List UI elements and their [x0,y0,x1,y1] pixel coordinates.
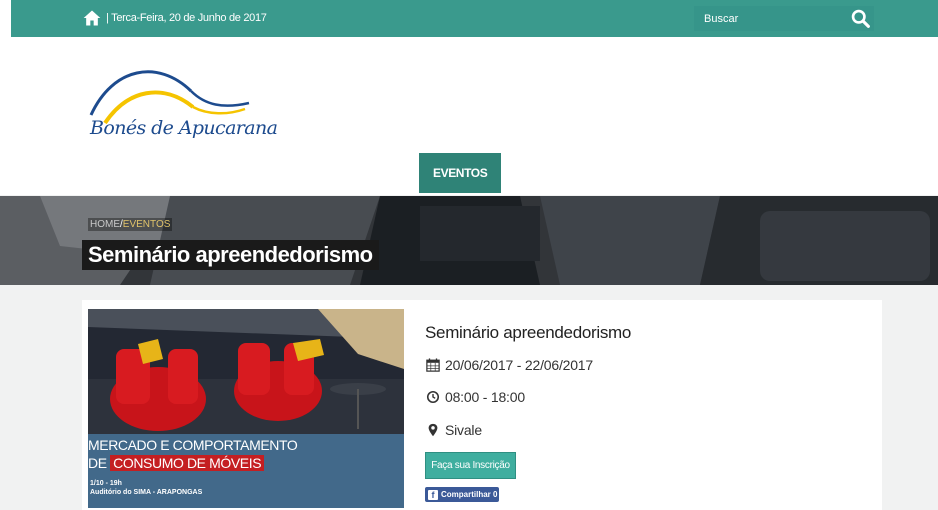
page: | Terca-Feira, 20 de Junho de 2017 Bonés… [0,0,938,510]
calendar-icon [426,358,440,372]
current-date: | Terca-Feira, 20 de Junho de 2017 [106,12,267,24]
nav-item-fale-conosco[interactable]: FALE CONOSCO [679,153,771,193]
menu-icon[interactable] [93,166,109,180]
event-time: 08:00 - 18:00 [425,389,525,405]
site-header: Bonés de Apucarana [0,39,938,153]
nav-item-noticias[interactable]: NOTÍCIAS [356,153,411,193]
search-box [694,6,874,31]
event-date-text: 20/06/2017 - 22/06/2017 [445,357,593,373]
event-date: 20/06/2017 - 22/06/2017 [425,357,593,373]
nav-item-negocios[interactable]: NEGÓCIOS [274,153,336,193]
nav-item-o-portal[interactable]: O PORTAL [115,153,173,193]
facebook-icon: f [428,490,438,500]
event-title: Seminário apreendedorismo [425,323,632,342]
breadcrumb-home[interactable]: HOME [90,219,120,230]
nav-item-eventos[interactable]: EVENTOS [419,153,502,193]
search-input[interactable] [694,6,844,31]
event-location: Sivale [425,422,482,438]
home-icon[interactable] [82,8,102,28]
event-image-text-2-prefix: DE [88,455,111,471]
event-location-text: Sivale [445,422,482,438]
event-image-text-1: MERCADO E COMPORTAMENTO [88,437,298,453]
register-button[interactable]: Faça sua Inscrição [425,452,516,479]
event-image-time: 1/10 - 19h [90,480,122,487]
logo-text: Bonés de Apucarana [90,117,278,139]
share-label: Compartilhar 0 [441,490,498,499]
nav-item-links-uteis[interactable]: LINKS ÚTEIS [507,153,578,193]
facebook-share-button[interactable]: f Compartilhar 0 [425,487,499,502]
event-image-highlight: CONSUMO DE MÓVEIS [110,455,265,471]
event-image[interactable]: MERCADO E COMPORTAMENTO DE CONSUMO DE MÓ… [88,309,404,508]
event-image-venue: Auditório do SIMA - ARAPONGAS [90,489,203,496]
page-title: Seminário apreendedorismo [82,240,379,270]
nav-item-empresas[interactable]: EMPRESAS [192,153,257,193]
event-time-text: 08:00 - 18:00 [445,389,525,405]
event-image-text-2: DE CONSUMO DE MÓVEIS [88,455,265,471]
top-bar: | Terca-Feira, 20 de Junho de 2017 [0,0,938,39]
search-icon[interactable] [850,8,871,29]
map-marker-icon [428,423,438,437]
nav-item-galeria[interactable]: GALERIA ▾ [597,153,657,193]
breadcrumb-current[interactable]: EVENTOS [123,219,171,230]
breadcrumb: HOME/EVENTOS [88,218,173,231]
clock-icon [426,390,440,404]
